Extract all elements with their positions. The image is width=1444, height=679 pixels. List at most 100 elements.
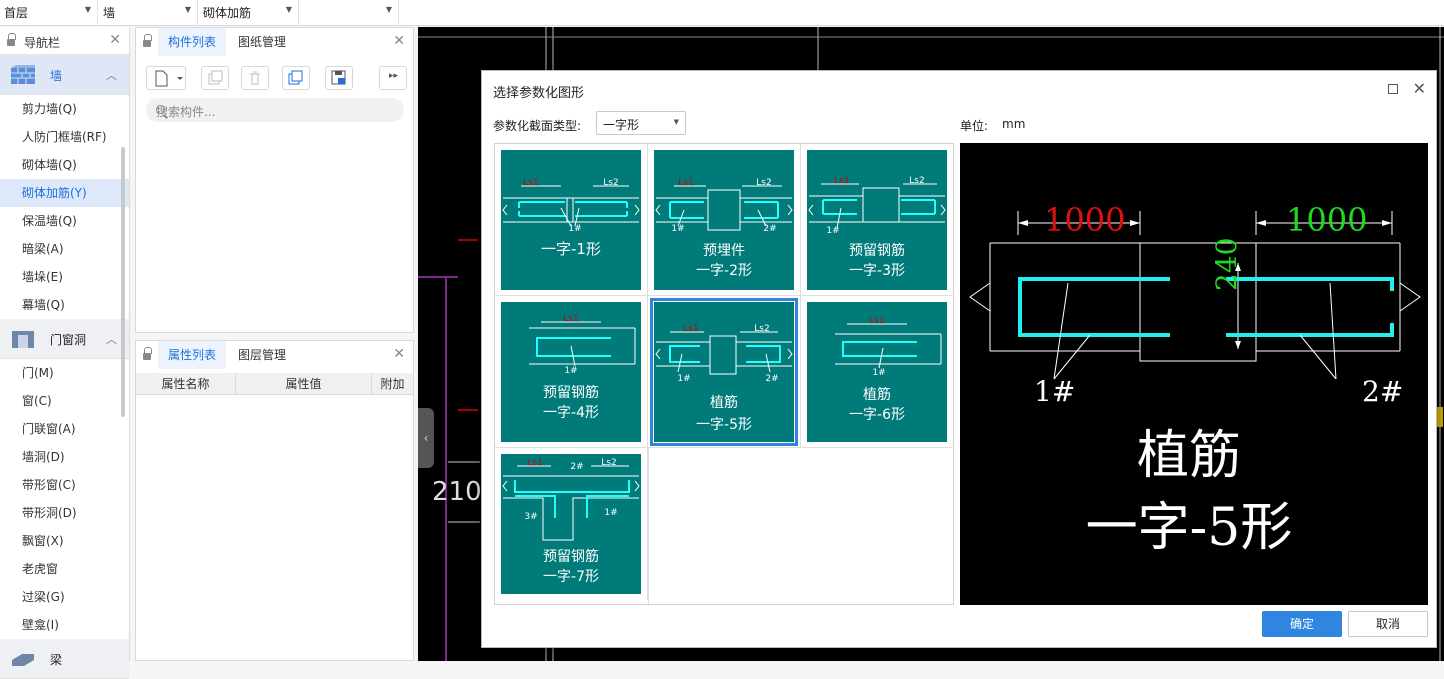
nav-item[interactable]: 飘窗(X) <box>0 527 129 555</box>
nav-item[interactable]: 幕墙(Q) <box>0 291 129 319</box>
maximize-icon[interactable] <box>1388 84 1398 94</box>
rebar-1-label: 1# <box>826 226 840 236</box>
category-wall[interactable]: 墙 ︿ <box>0 55 129 95</box>
type-dropdown[interactable]: 墙 ▼ <box>99 0 198 25</box>
dialog-title: 选择参数化图形 <box>493 86 585 101</box>
new-file-icon <box>155 70 183 87</box>
search-icon[interactable] <box>156 105 165 114</box>
delete-button[interactable] <box>241 66 269 90</box>
shape-label-line1: 预留钢筋 <box>543 549 599 565</box>
grid-divider <box>648 448 649 604</box>
category-beam[interactable]: 梁 <box>0 639 129 679</box>
rebar-1-label: 1# <box>604 508 618 518</box>
tab-property-list[interactable]: 属性列表 <box>158 341 227 369</box>
pin-icon[interactable] <box>143 34 152 48</box>
shape-label-line2: 一字-2形 <box>696 263 752 279</box>
nav-item[interactable]: 带形窗(C) <box>0 471 129 499</box>
column-header-name[interactable]: 属性名称 <box>136 373 236 395</box>
nav-item[interactable]: 砌体墙(Q) <box>0 151 129 179</box>
preview-name: 植筋 <box>1136 426 1241 486</box>
preview-dim-right: 1000 <box>1286 201 1368 239</box>
chevron-down-icon: ▼ <box>184 5 191 14</box>
shape-label-line1: 预留钢筋 <box>849 243 905 259</box>
nav-item[interactable]: 门联窗(A) <box>0 415 129 443</box>
nav-item[interactable]: 剪力墙(Q) <box>0 95 129 123</box>
shape-option-3[interactable]: Ls1 Ls2 1# 预留钢筋 一字-3形 <box>801 144 954 296</box>
nav-item[interactable]: 窗(C) <box>0 387 129 415</box>
nav-item[interactable]: 砌体加筋(Y) <box>0 179 129 207</box>
copy-button[interactable] <box>201 66 229 90</box>
floor-dropdown[interactable]: 首层 ▼ <box>0 0 98 25</box>
nav-scrollbar[interactable] <box>121 147 125 417</box>
cancel-button[interactable]: 取消 <box>1348 611 1428 637</box>
shape-label-line1: 植筋 <box>863 387 891 403</box>
close-icon[interactable]: ✕ <box>393 33 405 49</box>
nav-title: 导航栏 <box>24 36 61 50</box>
chevron-left-icon: ‹ <box>423 431 429 445</box>
shape-option-2[interactable]: Ls1 Ls2 1# 2# 预埋件 一字-2形 <box>648 144 801 296</box>
save-button[interactable] <box>325 66 353 90</box>
rebar-1-label: 1# <box>872 368 886 378</box>
category-door-window[interactable]: 门窗洞 ︿ <box>0 319 129 359</box>
preview-dim-left: 1000 <box>1044 201 1126 239</box>
search-input[interactable]: 搜索构件... <box>146 98 404 122</box>
nav-item[interactable]: 带形洞(D) <box>0 499 129 527</box>
shape-label-line2: 一字-3形 <box>849 263 905 279</box>
close-icon[interactable]: ✕ <box>109 32 121 48</box>
nav-item[interactable]: 墙垛(E) <box>0 263 129 291</box>
section-type-select[interactable]: 一字形 ▼ <box>596 111 686 135</box>
nav-item[interactable]: 老虎窗 <box>0 555 129 583</box>
preview-rebar-1-label: 1# <box>1034 375 1076 408</box>
close-icon[interactable]: ✕ <box>393 346 405 362</box>
shape-thumbnail: Ls1 Ls2 1# 2# 植筋 一字-5形 <box>650 298 798 446</box>
pin-icon[interactable] <box>7 33 16 47</box>
nav-item[interactable]: 壁龛(I) <box>0 611 129 639</box>
confirm-button[interactable]: 确定 <box>1262 611 1342 637</box>
chevron-up-icon[interactable]: ︿ <box>106 67 117 83</box>
beam-icon <box>12 654 34 666</box>
shape-option-1[interactable]: Ls1 Ls2 1# 一字-1形 <box>495 144 648 296</box>
shape-option-6[interactable]: Ls1 1# 植筋 一字-6形 <box>801 296 954 448</box>
more-button[interactable]: ▸▸ <box>379 66 407 90</box>
shape-thumbnail: Ls1 1# 植筋 一字-6形 <box>807 302 947 442</box>
subtype-dropdown[interactable]: 砌体加筋 ▼ <box>199 0 299 25</box>
save-icon <box>331 70 346 85</box>
floor-value: 首层 <box>4 6 29 20</box>
tab-component-list[interactable]: 构件列表 <box>158 28 227 56</box>
layer-copy-button[interactable] <box>282 66 310 90</box>
shape-diagram <box>502 185 640 227</box>
nav-item[interactable]: 保温墙(Q) <box>0 207 129 235</box>
nav-item[interactable]: 人防门框墙(RF) <box>0 123 129 151</box>
rebar-1-label: 1# <box>564 366 578 376</box>
layer-copy-icon <box>288 70 303 85</box>
shape-grid: Ls1 Ls2 1# 一字-1形 Ls1 Ls2 1# 2# 预埋件 一字-2形… <box>494 143 954 605</box>
new-component-button[interactable] <box>146 66 186 90</box>
rebar-1-label: 1# <box>568 224 582 234</box>
shape-option-4[interactable]: Ls1 1# 预留钢筋 一字-4形 <box>495 296 648 448</box>
category-label: 门窗洞 <box>50 333 87 347</box>
chevron-down-icon: ▼ <box>673 118 679 126</box>
chevron-up-icon[interactable]: ︿ <box>106 331 117 347</box>
nav-item[interactable]: 墙洞(D) <box>0 443 129 471</box>
ls2-label: Ls2 <box>603 178 619 188</box>
column-header-value[interactable]: 属性值 <box>236 373 372 395</box>
nav-item[interactable]: 暗梁(A) <box>0 235 129 263</box>
component-list-panel: 构件列表 图纸管理 ✕ ▸▸ 搜索构件... <box>135 27 414 333</box>
shape-label-line2: 一字-5形 <box>696 417 752 433</box>
shape-option-5[interactable]: Ls1 Ls2 1# 2# 植筋 一字-5形 <box>648 296 801 448</box>
collapse-panel-button[interactable]: ‹ <box>418 408 434 468</box>
close-icon[interactable]: ✕ <box>1413 79 1426 98</box>
shape-option-7[interactable]: Ls1 Ls2 2# 3# 1# 预留钢筋 一字-7形 <box>495 448 648 600</box>
tab-layer-management[interactable]: 图层管理 <box>228 341 296 369</box>
column-header-extra[interactable]: 附加 <box>372 373 413 395</box>
pin-icon[interactable] <box>143 347 152 361</box>
rebar-2-label: 2# <box>570 462 584 472</box>
component-dropdown[interactable]: ▼ <box>300 0 399 25</box>
tab-drawing-management[interactable]: 图纸管理 <box>228 28 296 56</box>
ls2-label: Ls2 <box>756 178 772 188</box>
preview-rebar-2-label: 2# <box>1362 375 1404 408</box>
trash-icon <box>250 71 260 85</box>
nav-item[interactable]: 门(M) <box>0 359 129 387</box>
nav-item[interactable]: 过梁(G) <box>0 583 129 611</box>
parametric-shape-dialog: 选择参数化图形 ✕ 参数化截面类型: 一字形 ▼ 单位: mm Ls1 Ls2 1… <box>481 70 1437 648</box>
